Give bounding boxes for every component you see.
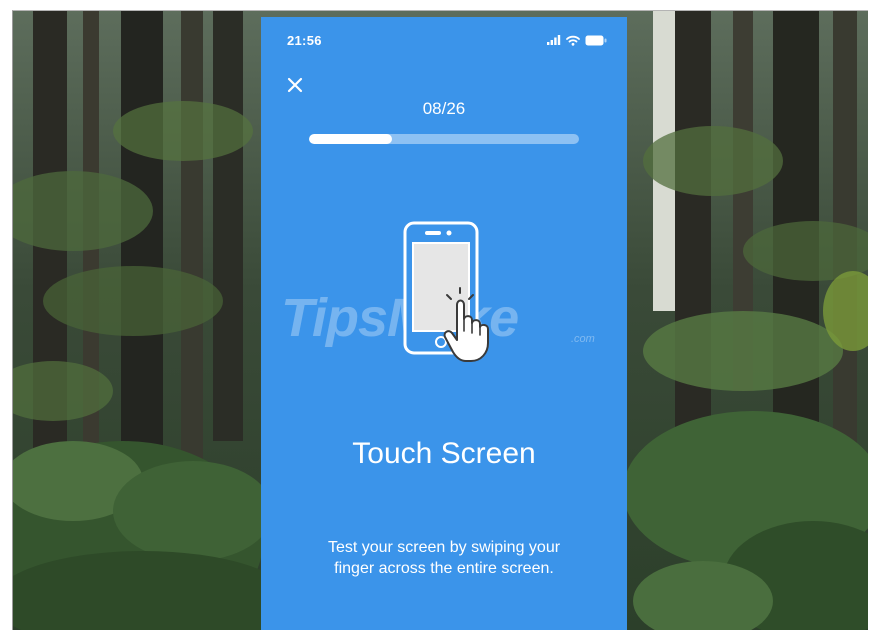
status-icons xyxy=(547,31,607,49)
screenshot-frame: 21:56 08/26 TipsMake .com Touch Screen T… xyxy=(12,10,868,630)
progress-counter: 08/26 xyxy=(422,99,466,118)
page-title: Touch Screen xyxy=(352,437,536,470)
battery-icon xyxy=(585,35,607,45)
progress-bar-fill xyxy=(309,134,393,144)
status-time: 21:56 xyxy=(287,33,322,48)
signal-icon xyxy=(547,35,561,45)
phone-screen: 21:56 08/26 TipsMake .com Touch Screen T… xyxy=(261,17,627,630)
test-description: Test your screen by swiping your finger … xyxy=(327,539,561,577)
progress-bar xyxy=(309,134,579,144)
close-icon[interactable] xyxy=(285,75,305,95)
watermark-suffix: .com xyxy=(571,333,595,345)
phone-touch-icon xyxy=(403,221,489,362)
wifi-icon xyxy=(566,35,580,46)
